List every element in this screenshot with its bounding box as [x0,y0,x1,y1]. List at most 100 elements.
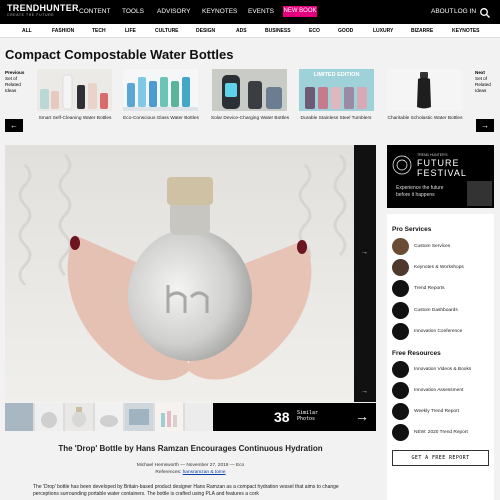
report-icon [392,424,409,441]
ad-sub: before it happens [396,192,435,198]
gallery-thumb[interactable] [65,403,93,431]
article-body: The 'Drop' bottle has been developed by … [33,484,339,497]
category-culture[interactable]: CULTURE [155,28,179,34]
category-design[interactable]: DESIGN [196,28,215,34]
similar-label-line: Photos [297,415,316,422]
related-thumb-3[interactable] [212,69,287,111]
nav-events[interactable]: EVENTS [248,8,274,16]
nav-tools[interactable]: TOOLS [122,8,144,16]
ad-small: TREND HUNTER'S [417,153,448,157]
category-tech[interactable]: TECH [92,28,106,34]
get-free-report-button[interactable]: GET A FREE REPORT [392,450,489,466]
next-label-line: Next [475,70,485,75]
category-eco[interactable]: ECO [309,28,320,34]
ad-headline: FUTURE [417,158,460,168]
category-all[interactable]: ALL [22,28,32,34]
references-label: References: [155,469,182,475]
gallery-thumb[interactable] [185,403,213,431]
arrow-right-icon: → [481,121,489,130]
resource-weekly-report[interactable]: Weekly Trend Report [392,403,492,421]
assessment-icon [392,382,409,399]
category-luxury[interactable]: LUXURY [373,28,393,34]
resource-videos-books[interactable]: Innovation Videos & Books [392,361,492,379]
service-label: Custom Dashboards [414,308,458,313]
similar-label: Similar Photos [297,410,318,422]
references-link[interactable]: hansramzan & tome [183,470,226,475]
similar-photos-button[interactable]: 38 Similar Photos → [213,403,376,431]
gallery-thumb[interactable] [35,403,63,431]
prev-label-line: Ideas [5,88,17,93]
related-thumb-4[interactable]: LIMITED EDITION [299,69,374,111]
related-thumb-2[interactable] [123,69,198,111]
play-icon [392,361,409,378]
trend-reports-icon [392,280,409,297]
ad-headline: FESTIVAL [417,168,467,178]
service-label: Keynotes & Workshops [414,265,464,270]
nav-content[interactable]: CONTENT [79,8,110,16]
gallery-thumb[interactable] [155,403,183,431]
category-life[interactable]: LIFE [125,28,136,34]
gallery-thumb[interactable] [125,403,153,431]
category-bar: ALL FASHION TECH LIFE CULTURE DESIGN ADS… [0,24,500,38]
brand-tagline: CREATE THE FUTURE [7,13,55,17]
prev-label-line: Set of [5,76,18,81]
free-resources-heading: Free Resources [392,350,441,357]
main-product-image[interactable] [5,145,376,402]
resource-label: NEW: 2020 Trend Report [414,430,468,435]
service-trend-reports[interactable]: Trend Reports [392,280,492,298]
conference-icon [392,323,409,340]
prev-label-line: Previous [5,70,25,75]
limited-edition-badge: LIMITED EDITION [313,72,360,78]
service-custom-dashboards[interactable]: Custom Dashboards [392,302,492,320]
previous-related-label[interactable]: Previous Set of Related Ideas [5,70,24,94]
category-good[interactable]: GOOD [338,28,353,34]
category-bizarre[interactable]: BIZARRE [411,28,433,34]
hero-next-icon[interactable]: → [361,249,368,256]
service-label: Custom Services [414,244,451,249]
related-thumb-5[interactable] [387,69,462,111]
similar-count: 38 [274,409,290,425]
service-innovation-conference[interactable]: Innovation Conference [392,323,492,341]
service-label: Trend Reports [414,286,445,291]
pro-services-heading: Pro Services [392,226,432,233]
related-caption-3[interactable]: Solar Device-Charging Water Bottles [210,116,290,122]
next-label-line: Set of [475,76,488,81]
resource-label: Weekly Trend Report [414,409,459,414]
related-caption-5[interactable]: Charitable Scholastic Water Bottles [385,116,465,122]
related-caption-2[interactable]: Eco-Conscious Glass Water Bottles [121,116,201,122]
trendhunter-logo[interactable]: TRENDHUNTER CREATE THE FUTURE [7,4,79,18]
related-thumb-1[interactable] [37,69,112,111]
resource-2020-report[interactable]: NEW: 2020 Trend Report [392,424,492,442]
gallery-thumb[interactable] [5,403,33,431]
next-label-line: Ideas [475,88,487,93]
next-arrow-button[interactable]: → [476,119,494,132]
category-ads[interactable]: ADS [236,28,247,34]
custom-services-icon [392,238,409,255]
nav-login[interactable]: LOG IN [454,8,476,16]
service-custom-services[interactable]: Custom Services [392,238,492,256]
arrow-right-icon: → [355,408,369,424]
prev-label-line: Related [5,82,21,87]
nav-about[interactable]: ABOUT [431,8,453,16]
future-festival-ad[interactable]: TREND HUNTER'S FUTURE FESTIVAL Experienc… [387,145,494,208]
search-icon[interactable] [479,6,491,18]
related-caption-4[interactable]: Durable Stainless Steel Tumblers [296,116,376,122]
hero-next-icon-bottom[interactable]: → [361,388,368,395]
nav-keynotes[interactable]: KEYNOTES [202,8,237,16]
category-fashion[interactable]: FASHION [52,28,74,34]
hero-nav-rail: → → [354,145,376,402]
gallery-thumb[interactable] [95,403,123,431]
category-keynotes[interactable]: KEYNOTES [452,28,480,34]
service-keynotes[interactable]: Keynotes & Workshops [392,259,492,277]
mail-icon [392,403,409,420]
gallery-strip [5,403,213,431]
arrow-left-icon: ← [10,121,18,130]
previous-arrow-button[interactable]: ← [5,119,23,132]
nav-advisory[interactable]: ADVISORY [157,8,190,16]
category-business[interactable]: BUSINESS [265,28,291,34]
next-related-label[interactable]: Next Set of Related Ideas [475,70,491,94]
related-caption-1[interactable]: Smart Self-Cleaning Water Bottles [35,116,115,122]
article-byline: Michael Hemsworth — November 27, 2019 — … [136,463,245,468]
new-book-button[interactable]: NEW BOOK [283,6,317,17]
resource-assessment[interactable]: Innovation Assessment [392,382,492,400]
